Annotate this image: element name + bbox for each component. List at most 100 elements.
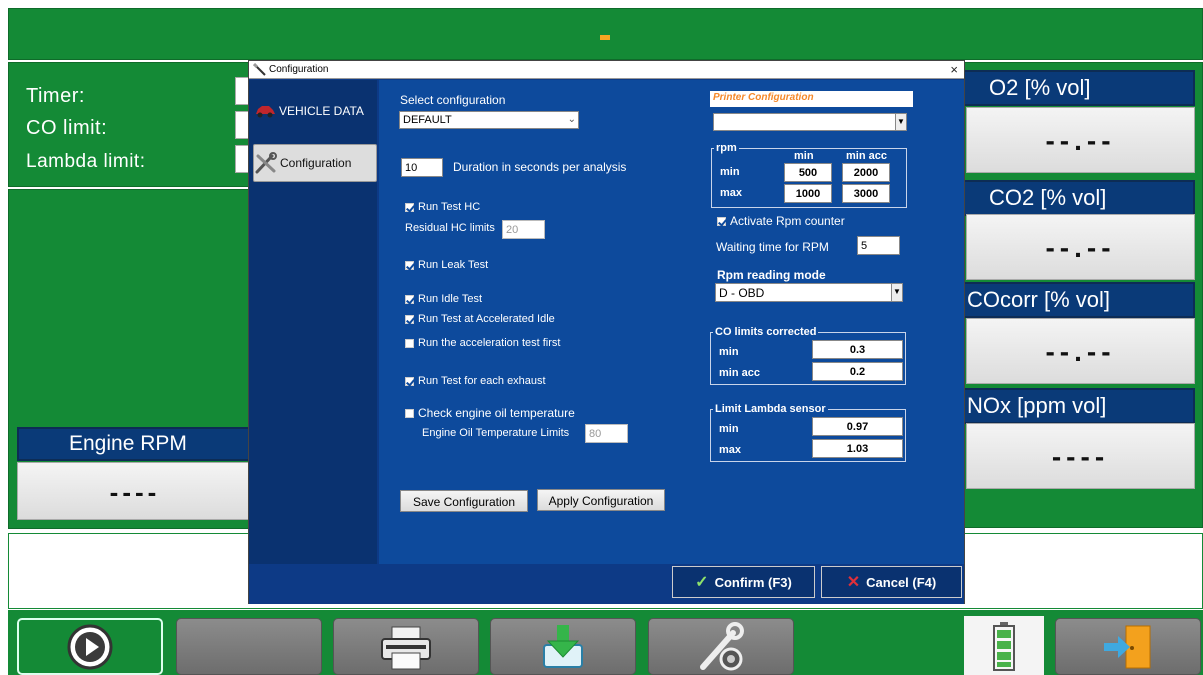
car-icon <box>253 101 277 121</box>
duration-input[interactable]: 10 <box>401 158 443 177</box>
oil-temp-limits-input[interactable]: 80 <box>585 424 628 443</box>
dropdown-arrow-icon: ▼ <box>895 114 906 130</box>
co-limits-group: CO limits corrected min min acc 0.3 0.2 <box>710 325 906 385</box>
start-test-button[interactable] <box>17 618 163 675</box>
engine-rpm-value: ---- <box>17 462 253 520</box>
run-leak-test-label: Run Leak Test <box>418 259 489 271</box>
rpm-max-min-input[interactable]: 1000 <box>784 184 832 203</box>
rpm-col-min: min <box>794 150 814 162</box>
duration-label: Duration in seconds per analysis <box>453 160 627 174</box>
printer-select[interactable]: ▼ <box>713 113 907 131</box>
nox-value: ---- <box>966 423 1195 489</box>
configuration-select[interactable]: DEFAULT ⌄ <box>399 111 579 129</box>
run-accelerated-idle-checkbox[interactable]: Run Test at Accelerated Idle <box>405 313 555 325</box>
top-status-bar <box>8 8 1203 60</box>
waiting-time-input[interactable]: 5 <box>857 236 900 255</box>
rpm-group-title: rpm <box>714 141 739 155</box>
lambda-limits-max-label: max <box>719 444 742 456</box>
run-leak-test-checkbox[interactable]: Run Leak Test <box>405 259 488 271</box>
rpm-row-min: min <box>720 166 740 178</box>
o2-value: --.-- <box>966 107 1195 173</box>
run-idle-test-label: Run Idle Test <box>418 293 483 305</box>
rpm-min-min-input[interactable]: 500 <box>784 163 832 182</box>
rpm-col-min-acc: min acc <box>846 150 887 162</box>
co-limits-min-acc-input[interactable]: 0.2 <box>812 362 903 381</box>
save-configuration-button[interactable]: Save Configuration <box>400 490 528 512</box>
nav-item-configuration[interactable]: Configuration <box>253 144 377 182</box>
pencil-icon <box>253 63 266 76</box>
print-button[interactable] <box>333 618 479 675</box>
blank-toolbar-button[interactable] <box>176 618 322 675</box>
checkbox-unchecked <box>405 338 414 348</box>
co-limit-label: CO limit: <box>26 117 108 139</box>
run-test-hc-checkbox[interactable]: Run Test HC <box>405 201 480 213</box>
rpm-row-max: max <box>720 187 743 199</box>
checkbox-checked <box>405 376 414 386</box>
nav-label-vehicle-data: VEHICLE DATA <box>279 104 364 118</box>
tools-icon <box>254 152 278 174</box>
residual-hc-input[interactable]: 20 <box>502 220 545 239</box>
dialog-side-nav: VEHICLE DATA Configuration <box>249 80 377 564</box>
status-indicator <box>600 35 610 40</box>
run-accelerated-idle-label: Run Test at Accelerated Idle <box>418 313 555 325</box>
download-icon <box>543 624 583 668</box>
engine-rpm-label: Engine RPM <box>17 427 253 461</box>
rpm-max-min-acc-input[interactable]: 3000 <box>842 184 890 203</box>
battery-icon <box>993 621 1015 671</box>
rpm-reading-mode-label: Rpm reading mode <box>717 268 826 282</box>
confirm-button-label: Confirm (F3) <box>714 574 792 590</box>
o2-label: O2 [% vol] <box>963 70 1195 106</box>
activate-rpm-counter-label: Activate Rpm counter <box>730 214 845 228</box>
cocorr-label: COcorr [% vol] <box>963 282 1195 318</box>
select-configuration-label: Select configuration <box>400 93 506 107</box>
cancel-button-label: Cancel (F4) <box>866 574 937 590</box>
checkbox-checked <box>405 314 414 324</box>
dialog-title-bar: Configuration × <box>249 61 964 79</box>
co-limits-min-input[interactable]: 0.3 <box>812 340 903 359</box>
checkbox-checked <box>405 202 414 212</box>
run-test-hc-label: Run Test HC <box>418 201 481 213</box>
waiting-time-label: Waiting time for RPM <box>716 240 829 254</box>
check-oil-temp-checkbox[interactable]: Check engine oil temperature <box>405 406 575 420</box>
check-oil-temp-label: Check engine oil temperature <box>418 406 575 420</box>
configuration-select-value: DEFAULT <box>403 114 452 126</box>
apply-configuration-button[interactable]: Apply Configuration <box>537 489 665 511</box>
chevron-down-icon: ⌄ <box>567 114 576 125</box>
configuration-content: Select configuration DEFAULT ⌄ 10 Durati… <box>379 80 964 564</box>
download-button[interactable] <box>490 618 636 675</box>
oil-temp-limits-label: Engine Oil Temperature Limits <box>422 427 570 439</box>
checkbox-checked <box>717 216 726 226</box>
exit-button[interactable] <box>1055 618 1201 675</box>
dropdown-arrow-icon: ▼ <box>891 284 902 301</box>
timer-label: Timer: <box>26 85 85 107</box>
play-icon <box>67 624 113 669</box>
run-each-exhaust-checkbox[interactable]: Run Test for each exhaust <box>405 375 546 387</box>
checkbox-checked <box>405 294 414 304</box>
run-each-exhaust-label: Run Test for each exhaust <box>418 375 546 387</box>
lambda-limit-label: Lambda limit: <box>26 151 146 172</box>
lambda-limits-title: Limit Lambda sensor <box>713 402 828 416</box>
settings-button[interactable] <box>648 618 794 675</box>
test-info-panel: Timer: CO limit: Lambda limit: <box>8 62 255 187</box>
configuration-dialog: Configuration × VEHICLE DATA Configurati… <box>248 60 965 604</box>
printer-icon <box>381 626 431 669</box>
rpm-min-min-acc-input[interactable]: 2000 <box>842 163 890 182</box>
lambda-limits-max-input[interactable]: 1.03 <box>812 439 903 458</box>
cancel-button[interactable]: ✕ Cancel (F4) <box>821 566 962 598</box>
cross-icon: ✕ <box>846 574 861 591</box>
dialog-title: Configuration <box>269 64 329 75</box>
confirm-button[interactable]: ✓ Confirm (F3) <box>672 566 815 598</box>
lambda-limits-min-label: min <box>719 423 739 435</box>
run-idle-test-checkbox[interactable]: Run Idle Test <box>405 293 482 305</box>
co2-label: CO2 [% vol] <box>963 180 1195 216</box>
rpm-reading-mode-value: D - OBD <box>719 286 765 300</box>
nav-item-vehicle-data[interactable]: VEHICLE DATA <box>253 92 377 130</box>
lambda-limits-min-input[interactable]: 0.97 <box>812 417 903 436</box>
rpm-reading-mode-select[interactable]: D - OBD ▼ <box>715 283 903 302</box>
run-acceleration-first-checkbox[interactable]: Run the acceleration test first <box>405 337 560 349</box>
activate-rpm-counter-checkbox[interactable]: Activate Rpm counter <box>717 214 845 228</box>
nav-label-configuration: Configuration <box>280 156 352 170</box>
co-limits-min-label: min <box>719 346 739 358</box>
close-icon[interactable]: × <box>950 61 958 79</box>
battery-status <box>964 616 1044 675</box>
